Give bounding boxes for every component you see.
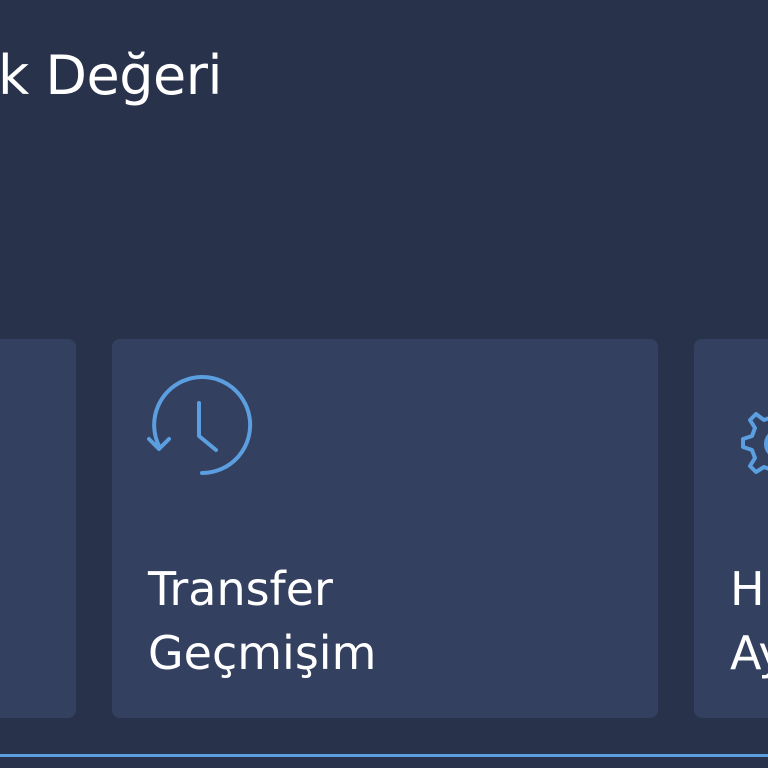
account-settings-card[interactable]: H Ay bbox=[694, 339, 768, 718]
page-title: k Değeri bbox=[0, 44, 222, 107]
history-icon bbox=[147, 375, 253, 476]
card-label-line1: Transfer bbox=[148, 562, 333, 616]
screen: k Değeri Transfer Geçmişim H Ay bbox=[0, 0, 768, 768]
transfer-history-card[interactable]: Transfer Geçmişim bbox=[112, 339, 658, 718]
menu-card-left[interactable] bbox=[0, 339, 76, 718]
card-label-line1: H bbox=[730, 562, 765, 616]
card-label-line2: Ay bbox=[730, 626, 768, 680]
card-label: H Ay bbox=[730, 557, 768, 685]
bottom-accent-line bbox=[0, 754, 768, 757]
card-label-line2: Geçmişim bbox=[148, 626, 377, 680]
gear-icon bbox=[741, 412, 768, 474]
card-label: Transfer Geçmişim bbox=[148, 557, 376, 685]
